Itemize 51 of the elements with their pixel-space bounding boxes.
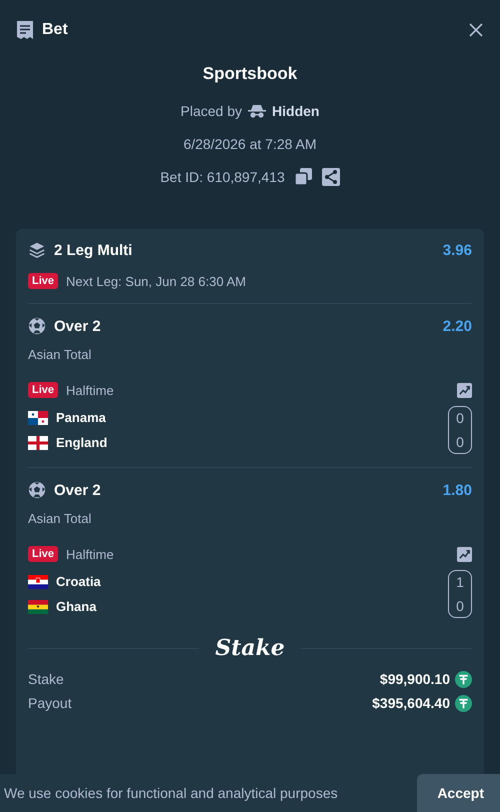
- chart-icon[interactable]: [457, 546, 472, 562]
- amount-value: $99,900.10: [380, 671, 450, 687]
- accept-button[interactable]: Accept: [417, 774, 500, 812]
- croatia-flag-icon: [28, 574, 48, 588]
- copy-icon[interactable]: [294, 168, 312, 185]
- bet-id: Bet ID: 610,897,413: [160, 168, 285, 184]
- chart-icon[interactable]: [457, 382, 472, 398]
- layers-icon: [28, 241, 46, 259]
- placed-by-label: Placed by: [180, 102, 242, 118]
- period-label: Halftime: [66, 546, 114, 562]
- amount-value: $395,604.40: [372, 695, 450, 711]
- team-name: Ghana: [56, 599, 96, 614]
- total-label: Stake: [28, 671, 64, 687]
- coin-icon: [455, 694, 472, 712]
- next-leg-label: Next Leg: Sun, Jun 28 6:30 AM: [66, 274, 246, 288]
- score-value: 0: [456, 434, 464, 450]
- score-value: 0: [456, 598, 464, 614]
- bet-source-title: Sportsbook: [202, 64, 298, 85]
- live-badge: Live: [28, 382, 58, 398]
- brand-logo: Stake: [215, 635, 285, 661]
- ghana-flag-icon: [28, 600, 48, 614]
- receipt-icon: [16, 20, 34, 40]
- team-name: England: [56, 435, 108, 450]
- share-icon[interactable]: [322, 168, 340, 186]
- panama-flag-icon: [28, 410, 48, 424]
- cookie-notice: We use cookies for functional and analytical purposes: [4, 785, 338, 801]
- market-label: Asian Total: [28, 511, 92, 526]
- team-name: Panama: [56, 410, 106, 425]
- dialog-title: Bet: [42, 21, 68, 39]
- soccer-ball-icon: [28, 317, 46, 335]
- odds-value: 1.80: [442, 482, 472, 498]
- market-label: Asian Total: [28, 347, 92, 362]
- selection-title: Over 2: [54, 318, 101, 334]
- live-badge: Live: [28, 546, 58, 562]
- period-label: Halftime: [66, 382, 114, 398]
- close-icon[interactable]: [468, 22, 484, 38]
- england-flag-icon: [28, 436, 48, 450]
- username: Hidden: [272, 102, 320, 118]
- total-label: Payout: [28, 695, 72, 711]
- score-value: 0: [456, 410, 464, 426]
- selection-title: Over 2: [54, 482, 101, 498]
- coin-icon: [455, 670, 472, 688]
- odds-value: 2.20: [442, 318, 472, 334]
- bet-date: 6/28/2026 at 7:28 AM: [183, 136, 317, 152]
- soccer-ball-icon: [28, 481, 46, 499]
- total-odds: 3.96: [442, 242, 472, 258]
- score-value: 1: [456, 574, 464, 590]
- multi-title: 2 Leg Multi: [54, 242, 132, 258]
- live-badge: Live: [28, 273, 58, 289]
- incognito-icon: [248, 104, 266, 118]
- team-name: Croatia: [56, 574, 101, 589]
